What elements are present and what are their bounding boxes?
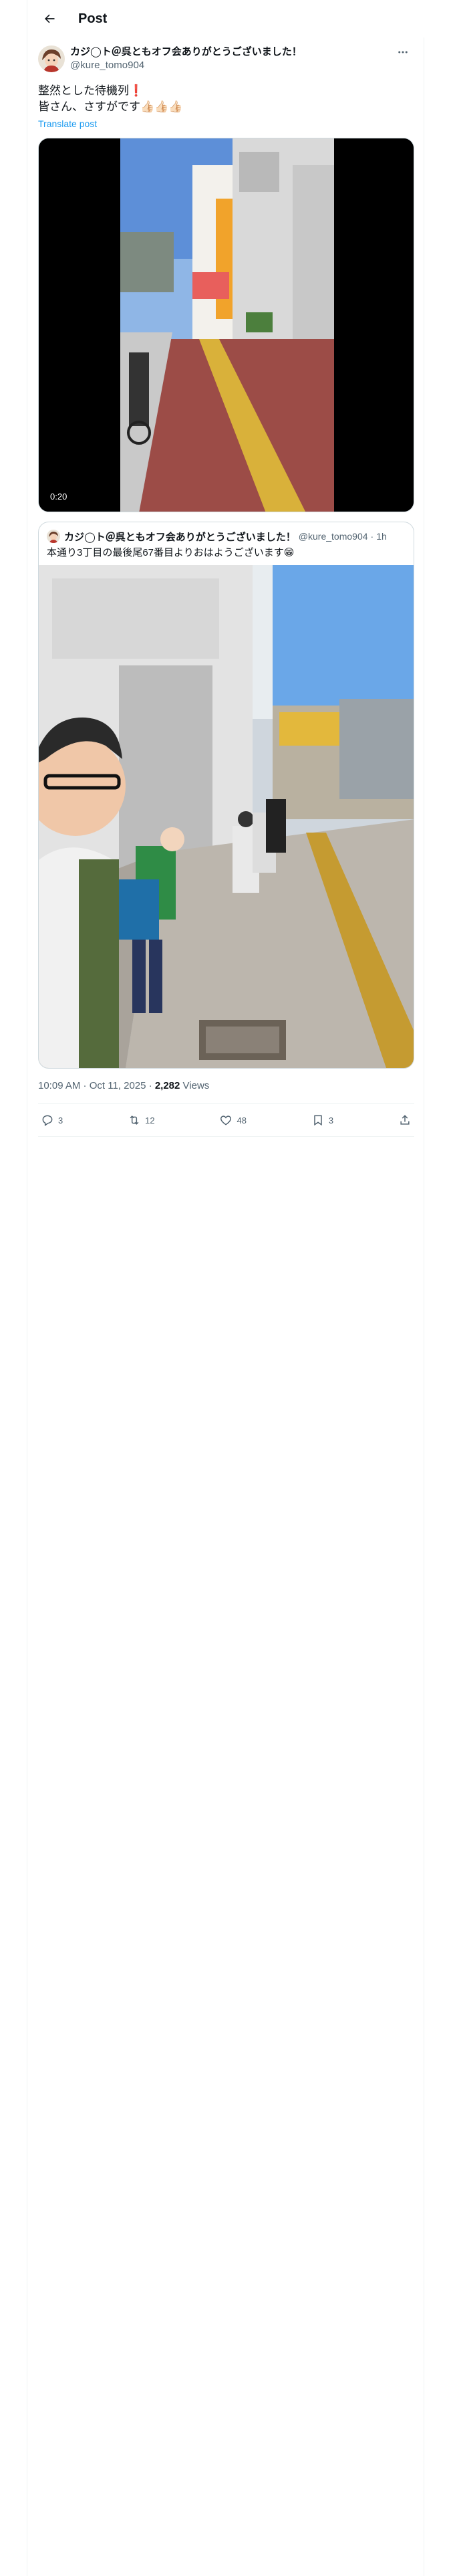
quoted-author-name: カジ◯ト＠呉ともオフ会ありがとうございました！	[64, 531, 296, 543]
right-gutter	[424, 0, 451, 2576]
repost-button[interactable]: 12	[128, 1113, 155, 1127]
author-info: カジ◯ト＠呉ともオフ会ありがとうございました！ @kure_tomo904	[70, 45, 392, 72]
bookmark-count: 3	[328, 1115, 334, 1125]
left-gutter	[0, 0, 27, 2576]
bookmark-button[interactable]: 3	[311, 1113, 333, 1127]
quoted-time: 1h	[376, 531, 387, 542]
video-frame	[39, 138, 414, 512]
share-button[interactable]	[398, 1113, 412, 1127]
like-count: 48	[237, 1115, 247, 1125]
repost-count: 12	[145, 1115, 155, 1125]
author-row: カジ◯ト＠呉ともオフ会ありがとうございました！ @kure_tomo904	[38, 45, 414, 75]
bookmark-icon	[314, 1115, 322, 1126]
share-icon	[400, 1115, 410, 1125]
page-title: Post	[78, 11, 108, 26]
video-timestamp: 0:20	[47, 491, 71, 502]
quoted-photo	[39, 565, 414, 1068]
post-meta: 10:09 AM · Oct 11, 2025 · 2,282 Views	[38, 1079, 414, 1093]
more-icon	[398, 51, 408, 53]
header: Post	[27, 0, 425, 37]
avatar[interactable]	[38, 45, 65, 72]
post-timestamp[interactable]: 10:09 AM · Oct 11, 2025	[38, 1080, 146, 1091]
post-text-line-1: 整然とした待機列❗	[38, 84, 144, 97]
views-count: 2,282	[154, 1080, 180, 1091]
post-column: Post カジ◯ト＠呉ともオフ会ありがとうございました！ @kure_tomo9…	[27, 0, 425, 2576]
quoted-separator: ·	[370, 531, 374, 542]
back-button[interactable]	[38, 7, 61, 30]
post-text-line-2: 皆さん、さすがです👍🏻👍🏻👍🏻	[38, 100, 183, 113]
quoted-post[interactable]: カジ◯ト＠呉ともオフ会ありがとうございました！ @kure_tomo904 · …	[38, 522, 414, 1069]
video-player[interactable]: 0:20	[38, 138, 414, 512]
like-button[interactable]: 48	[219, 1113, 247, 1127]
reply-button[interactable]: 3	[41, 1113, 63, 1127]
like-icon	[220, 1115, 232, 1125]
post-text: 整然とした待機列❗ 皆さん、さすがです👍🏻👍🏻👍🏻	[38, 83, 414, 115]
quoted-post-header: カジ◯ト＠呉ともオフ会ありがとうございました！ @kure_tomo904 · …	[39, 522, 414, 544]
back-arrow-icon	[45, 14, 55, 23]
translate-post-link[interactable]: Translate post	[38, 118, 414, 130]
quoted-avatar	[47, 530, 60, 543]
reply-icon	[42, 1115, 53, 1126]
views-label: Views	[182, 1080, 210, 1091]
post: カジ◯ト＠呉ともオフ会ありがとうございました！ @kure_tomo904 整然…	[27, 37, 425, 1137]
repost-icon	[130, 1115, 139, 1125]
quoted-author-handle: @kure_tomo904	[298, 531, 368, 542]
more-button[interactable]	[392, 45, 414, 59]
action-bar: 3 12 48 3	[38, 1103, 414, 1137]
meta-separator: ·	[148, 1080, 152, 1091]
author-handle[interactable]: @kure_tomo904	[70, 59, 392, 72]
quoted-text: 本通り3丁目の最後尾67番目よりおはようございます😁	[47, 547, 295, 558]
reply-count: 3	[58, 1115, 63, 1125]
author-name[interactable]: カジ◯ト＠呉ともオフ会ありがとうございました！	[70, 45, 392, 59]
